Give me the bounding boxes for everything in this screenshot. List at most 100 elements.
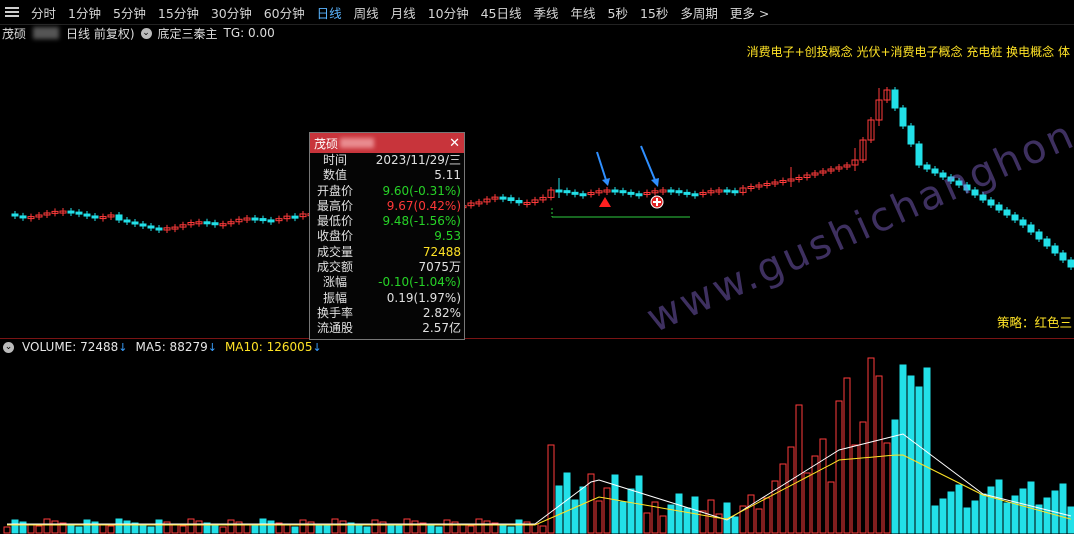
volume-bar	[803, 472, 811, 534]
candle-body	[899, 107, 907, 127]
ma10-value: MA10: 126005↓	[224, 340, 322, 354]
candle-body	[891, 89, 899, 109]
volume-bar	[11, 519, 19, 534]
chevron-down-icon[interactable]: ⌄	[3, 341, 14, 353]
popup-row: 流通股 2.57亿	[310, 321, 464, 336]
volume-bar	[675, 493, 683, 534]
candle-body	[915, 143, 923, 166]
popup-row-label: 数值	[322, 168, 347, 183]
volume-bar	[755, 508, 763, 534]
volume-bar	[1019, 488, 1027, 534]
volume-bar	[3, 526, 11, 534]
popup-row-label: 开盘价	[316, 183, 353, 198]
volume-bar	[563, 472, 571, 534]
candle-body	[579, 193, 587, 197]
candle-body	[995, 204, 1003, 211]
volume-bar	[787, 446, 795, 534]
pane-divider	[0, 338, 1074, 339]
data-popup[interactable]: 茂硕 ✕ 时间 2023/11/29/三 数值 5.11 开盘价 9.60(-0.31%)…	[309, 132, 465, 340]
close-icon[interactable]: ✕	[449, 136, 460, 151]
candle-body	[139, 223, 147, 227]
volume-bar	[403, 518, 411, 534]
volume-bar	[195, 520, 203, 534]
candle-body	[67, 210, 75, 214]
volume-bar	[259, 518, 267, 534]
popup-row: 涨幅 -0.10(-1.04%)	[310, 275, 464, 290]
volume-bar	[291, 526, 299, 534]
candle-body	[667, 189, 675, 193]
popup-row: 最低价 9.48(-1.56%)	[310, 214, 464, 229]
candle-body	[611, 189, 619, 193]
volume-bar	[939, 498, 947, 534]
popup-row-label: 成交量	[316, 244, 353, 259]
volume-bar	[659, 515, 667, 534]
popup-row-value: 5.11	[434, 168, 461, 183]
pointer-arrow-head	[651, 178, 659, 187]
popup-row-value: 9.53	[434, 229, 461, 244]
volume-bar	[331, 518, 339, 534]
candle-body	[1051, 245, 1059, 254]
pointer-arrow	[640, 145, 656, 181]
candle-body	[907, 125, 915, 145]
volume-bar	[75, 526, 83, 534]
candle-body	[291, 215, 299, 219]
volume-bar	[67, 524, 75, 534]
volume-bar	[251, 525, 259, 534]
volume-bar	[1067, 506, 1074, 534]
volume-bar	[51, 520, 59, 534]
popup-row: 振幅 0.19(1.97%)	[310, 291, 464, 306]
candle-body	[683, 191, 691, 195]
volume-bar	[819, 438, 827, 534]
popup-row-label: 换手率	[316, 305, 353, 320]
volume-bar	[587, 473, 595, 534]
popup-row-value: 9.67(0.42%)	[386, 198, 461, 213]
volume-bar	[155, 519, 163, 534]
candle-body	[1019, 219, 1027, 226]
volume-bar	[611, 474, 619, 534]
volume-bar	[603, 487, 611, 534]
pointer-arrow	[596, 151, 607, 181]
volume-bar	[499, 524, 507, 534]
candle-body	[75, 211, 83, 215]
volume-bar	[475, 518, 483, 534]
popup-row-value: 9.60(-0.31%)	[382, 183, 461, 198]
strategy-label: 策略：红色三	[996, 315, 1072, 330]
candle-body	[723, 189, 731, 193]
volume-bar	[267, 520, 275, 534]
volume-bar	[579, 486, 587, 534]
volume-bar	[595, 500, 603, 534]
candle-body	[1035, 231, 1043, 240]
popup-row-label: 振幅	[322, 290, 347, 305]
popup-row-label: 成交额	[316, 260, 353, 275]
volume-bar	[363, 526, 371, 534]
volume-bar	[323, 525, 331, 534]
volume-bar	[691, 496, 699, 534]
pointer-arrow-head	[602, 178, 610, 186]
popup-row: 换手率 2.82%	[310, 306, 464, 321]
candle-body	[203, 221, 211, 225]
volume-bar	[555, 485, 563, 534]
volume-bar	[571, 499, 579, 534]
candle-body	[923, 164, 931, 170]
volume-bar	[187, 518, 195, 534]
candle-body	[571, 191, 579, 195]
candle-body	[131, 221, 139, 225]
candle-body	[499, 196, 507, 200]
popup-row-value: 9.48(-1.56%)	[382, 214, 461, 229]
volume-bar	[907, 375, 915, 534]
candlestick-chart[interactable]	[0, 0, 1074, 534]
popup-header: 茂硕 ✕	[310, 133, 464, 153]
candle-body	[115, 214, 123, 221]
popup-row-label: 收盘价	[316, 229, 353, 244]
candle-body	[83, 213, 91, 217]
popup-title: 茂硕	[314, 136, 339, 151]
popup-row-label: 最低价	[316, 214, 353, 229]
volume-bar	[1035, 504, 1043, 534]
volume-bar	[875, 375, 883, 534]
volume-bar	[627, 488, 635, 534]
candle-body	[555, 189, 563, 193]
volume-bar	[43, 518, 51, 534]
volume-bar	[35, 525, 43, 534]
volume-bar	[355, 524, 363, 534]
volume-bar	[283, 524, 291, 534]
